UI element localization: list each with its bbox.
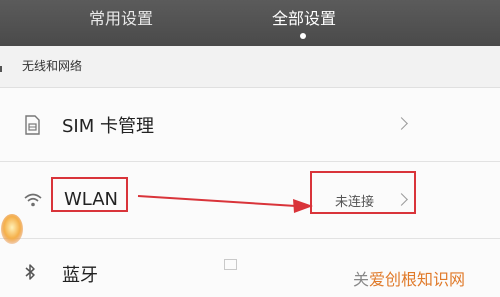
watermark-prefix: 关 <box>353 270 370 289</box>
active-tab-indicator <box>300 33 306 39</box>
sim-row-label: SIM 卡管理 <box>62 116 154 137</box>
wifi-icon <box>24 192 42 211</box>
bluetooth-icon <box>24 263 36 285</box>
annotation-arrow <box>137 195 313 213</box>
section-header-wireless: 无线和网络 <box>0 46 500 88</box>
settings-row-sim[interactable]: SIM 卡管理 <box>0 88 500 162</box>
watermark: 关爱创根知识网 <box>353 266 465 290</box>
settings-screen: 常用设置 全部设置 无线和网络 SIM 卡管理 WLAN 未连接 蓝牙 关爱创根… <box>0 0 500 297</box>
tab-all-settings[interactable]: 全部设置 <box>272 8 336 30</box>
chevron-right-icon <box>395 117 408 130</box>
annotation-box-status <box>310 171 416 214</box>
bluetooth-row-label: 蓝牙 <box>62 265 98 286</box>
lantern-icon <box>1 214 23 244</box>
annotation-box-wlan <box>51 177 128 212</box>
small-square <box>224 259 237 270</box>
sim-card-icon <box>24 115 40 139</box>
section-title: 无线和网络 <box>22 59 83 73</box>
watermark-text: 爱创根知识网 <box>369 270 466 289</box>
tab-common-settings[interactable]: 常用设置 <box>89 8 153 30</box>
top-tab-bar: 常用设置 全部设置 <box>0 0 500 46</box>
edge-mark <box>0 66 2 72</box>
